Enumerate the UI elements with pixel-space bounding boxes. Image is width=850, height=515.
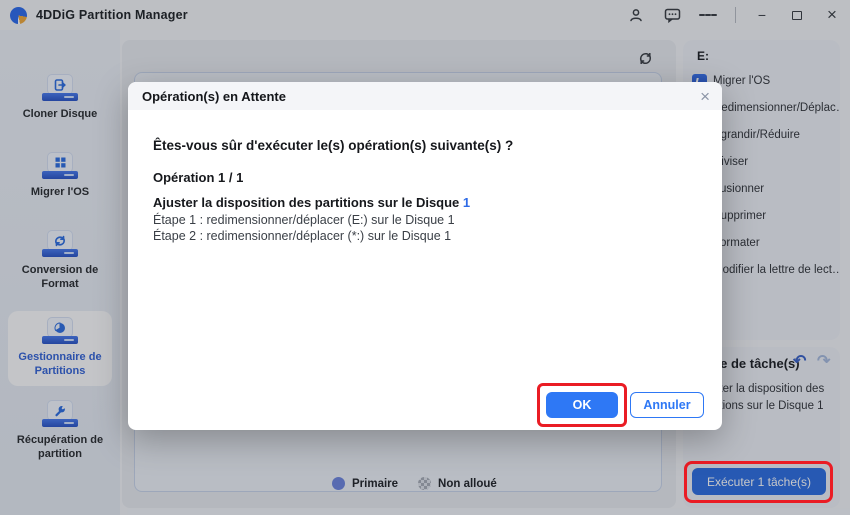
operation-title: Ajuster la disposition des partitions su… bbox=[153, 195, 470, 210]
cancel-button[interactable]: Annuler bbox=[630, 392, 704, 418]
dialog-close-icon[interactable]: × bbox=[700, 88, 710, 105]
disk-number: 1 bbox=[463, 195, 470, 210]
operation-counter: Opération 1 / 1 bbox=[153, 170, 243, 185]
operation-step: Étape 1 : redimensionner/déplacer (E:) s… bbox=[153, 213, 455, 227]
dialog-question: Êtes-vous sûr d'exécuter le(s) opération… bbox=[153, 138, 513, 153]
dialog-header: Opération(s) en Attente × bbox=[128, 82, 722, 110]
app-window: 4DDiG Partition Manager − × Cloner Disqu… bbox=[0, 0, 850, 515]
operation-step: Étape 2 : redimensionner/déplacer (*:) s… bbox=[153, 229, 451, 243]
pending-operations-dialog: Opération(s) en Attente × Êtes-vous sûr … bbox=[128, 82, 722, 430]
ok-button[interactable]: OK bbox=[546, 392, 618, 418]
dialog-title: Opération(s) en Attente bbox=[142, 89, 286, 104]
